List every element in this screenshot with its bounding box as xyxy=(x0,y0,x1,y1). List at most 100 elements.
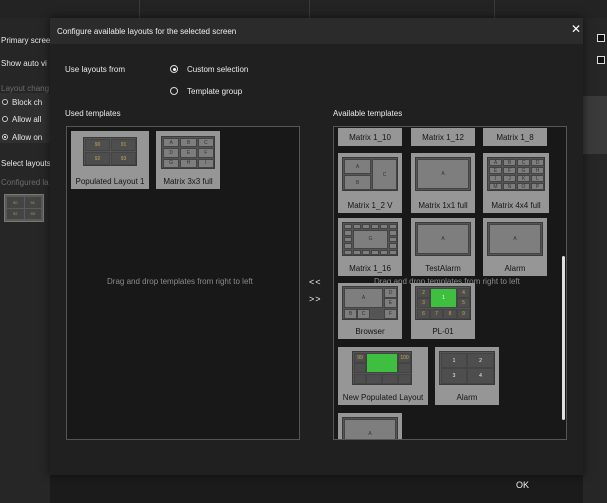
template-name: Populated Layout 1 xyxy=(75,177,145,186)
layout-cell-highlighted xyxy=(366,353,398,373)
template-name: Matrix 3x3 full xyxy=(163,177,213,186)
layout-cell-large: G xyxy=(353,230,388,249)
layout-cell: E xyxy=(489,167,502,174)
layout-preview: G xyxy=(342,222,398,256)
template-name: Matrix 4x4 full xyxy=(491,201,541,210)
available-template-matrix-1-8[interactable]: Matrix 1_8 xyxy=(483,128,547,146)
layout-cell: B xyxy=(180,138,197,148)
used-templates-label: Used templates xyxy=(65,109,121,118)
layout-cell: 6 xyxy=(417,309,430,319)
close-icon[interactable]: ✕ xyxy=(570,22,582,36)
layout-cell: F xyxy=(197,148,214,158)
layout-cell: A xyxy=(489,224,541,254)
layout-preview: A xyxy=(415,222,471,256)
layout-cell: D xyxy=(384,288,397,298)
template-group-radio[interactable] xyxy=(170,87,178,95)
allow-on-radio[interactable] xyxy=(2,134,8,140)
used-template-matrix-3x3-full[interactable]: ABC DEF GHI Matrix 3x3 full xyxy=(156,131,220,189)
used-templates-panel[interactable]: 90 91 92 93 Populated Layout 1 ABC DEF GHI… xyxy=(66,126,300,440)
block-radio[interactable] xyxy=(2,99,8,105)
primary-screen-checkbox[interactable] xyxy=(597,34,605,42)
move-right-button[interactable]: >> xyxy=(309,294,322,304)
background-toolbar-segment xyxy=(140,0,310,18)
available-template-pl-01[interactable]: 2 3 1 4 5 6 7 8 9 PL-01 xyxy=(411,283,475,339)
layout-preview: A xyxy=(342,417,398,439)
template-name: Matrix 1_2 V xyxy=(347,201,393,210)
allow-all-radio[interactable] xyxy=(2,116,8,122)
thumbnail-cell: 90 xyxy=(7,197,24,208)
select-layouts-label: Select layouts xyxy=(1,159,50,168)
layout-cell: D xyxy=(531,159,544,166)
layout-cell xyxy=(398,374,411,384)
layout-cell: B xyxy=(344,309,357,319)
template-name: PL-01 xyxy=(432,327,454,336)
background-grey-band xyxy=(583,96,607,154)
custom-selection-label: Custom selection xyxy=(187,65,249,74)
configure-layouts-dialog: Configure available layouts for the sele… xyxy=(50,18,583,475)
used-template-populated-layout-1[interactable]: 90 91 92 93 Populated Layout 1 xyxy=(71,131,149,189)
template-name: Alarm xyxy=(456,393,478,402)
layout-cell xyxy=(389,249,397,255)
layout-cell xyxy=(344,230,352,236)
layout-cell: A xyxy=(344,419,396,439)
available-template-matrix-1x1-full[interactable]: A Matrix 1x1 full xyxy=(411,153,475,213)
available-template-browser[interactable]: A D E B C F Browser xyxy=(338,283,402,339)
available-template-testalarm[interactable]: A TestAlarm xyxy=(411,218,475,276)
layout-cell: 91 xyxy=(111,139,136,151)
layout-cell: H xyxy=(180,158,197,168)
layout-cell: 8 xyxy=(443,309,457,319)
layout-cell: A xyxy=(417,224,469,254)
available-template-matrix-1-16[interactable]: G Matrix 1_16 xyxy=(338,218,402,276)
show-auto-checkbox[interactable] xyxy=(597,56,605,64)
layout-cell xyxy=(354,374,366,384)
layout-cell: E xyxy=(180,148,197,158)
available-template-matrix-1-12[interactable]: Matrix 1_12 xyxy=(411,128,475,146)
allow-on-radio-label: Allow on xyxy=(12,133,43,142)
available-template-alarm[interactable]: A Alarm xyxy=(483,218,547,276)
layout-cell: H xyxy=(531,167,544,174)
available-template-alarm-2[interactable]: 1 2 3 4 Alarm xyxy=(435,347,499,405)
layout-preview: 90 91 92 93 xyxy=(83,137,137,166)
thumbnail-cell: 92 xyxy=(7,208,24,219)
move-left-button[interactable]: << xyxy=(309,277,322,287)
layout-cell xyxy=(389,230,397,236)
available-template-matrix-1-10[interactable]: Matrix 1_10 xyxy=(338,128,402,146)
layout-preview: 99 100 xyxy=(352,351,412,385)
available-template-matrix-1-2-v[interactable]: A B C Matrix 1_2 V xyxy=(338,153,402,213)
layout-cell: A xyxy=(489,159,502,166)
layout-cell: A xyxy=(163,138,180,148)
available-templates-panel[interactable]: Matrix 1_10 Matrix 1_12 Matrix 1_8 A B C… xyxy=(333,126,567,440)
template-group-label: Template group xyxy=(187,87,243,96)
layout-cell xyxy=(382,374,398,384)
background-toolbar-segment xyxy=(310,0,495,18)
layout-preview: A D E B C F xyxy=(342,286,398,320)
layout-cell: L xyxy=(531,175,544,182)
layout-cell xyxy=(366,374,382,384)
layout-cell: B xyxy=(344,175,371,190)
custom-selection-radio[interactable] xyxy=(170,65,178,73)
layout-cell: K xyxy=(517,175,530,182)
layout-cell xyxy=(380,249,388,255)
template-name: Matrix 1x1 full xyxy=(418,201,468,210)
configured-layouts-label: Configured la xyxy=(1,178,49,187)
layout-cell: 2 xyxy=(467,353,494,368)
layout-cell: I xyxy=(489,175,502,182)
available-templates-scrollbar[interactable] xyxy=(562,256,565,420)
layout-cell: J xyxy=(503,175,516,182)
available-template-partial[interactable]: A xyxy=(338,413,402,439)
layout-cell: C xyxy=(197,138,214,148)
background-layout-thumbnail[interactable]: 90 91 92 93 xyxy=(4,194,44,222)
layout-cell: 4 xyxy=(467,368,494,384)
layout-cell xyxy=(353,249,361,255)
layout-cell: 3 xyxy=(441,368,467,384)
available-template-matrix-4x4-full[interactable]: ABCD EFGH IJKL MNOP Matrix 4x4 full xyxy=(483,153,549,213)
dialog-title: Configure available layouts for the sele… xyxy=(57,27,237,36)
layout-cell xyxy=(389,224,397,230)
available-template-new-populated-layout[interactable]: 99 100 New Populated Layout xyxy=(338,347,428,405)
layout-cell: 5 xyxy=(457,298,470,308)
layout-cell xyxy=(362,249,370,255)
layout-preview: A xyxy=(415,157,471,191)
ok-button[interactable]: OK xyxy=(516,480,529,490)
show-auto-label: Show auto vi xyxy=(1,59,47,68)
template-name: Matrix 1_16 xyxy=(349,264,391,273)
